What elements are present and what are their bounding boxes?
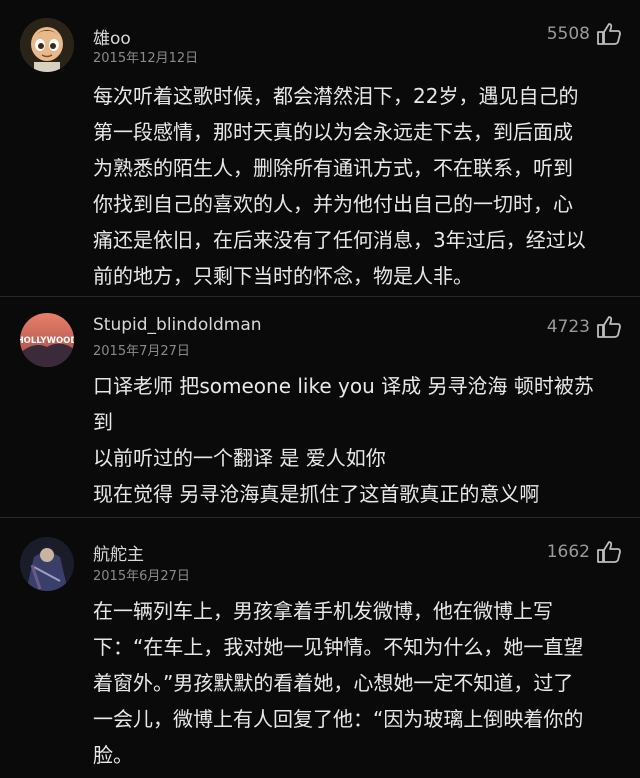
warrior-avatar-icon	[20, 537, 74, 591]
comment-line: 到	[93, 410, 113, 434]
comment-line: 下：“在车上，我对她一见钟情。不知为什么，她一直望	[93, 635, 584, 659]
thumbs-up-icon	[597, 541, 621, 563]
hollywood-text: HOLLYWOOD	[20, 336, 74, 346]
comment-line: 口译老师 把someone like you 译成 另寻沧海 顿时被苏	[93, 374, 594, 398]
like-button[interactable]: 5508	[547, 22, 622, 46]
username[interactable]: 航舵主	[93, 540, 144, 565]
cartoon-boy-avatar-icon	[20, 18, 74, 72]
divider	[0, 517, 640, 518]
comment-line: 现在觉得 另寻沧海真是抓住了这首歌真正的意义啊	[93, 482, 540, 506]
comment-date: 2015年12月12日	[93, 51, 199, 66]
comment-line: 前的地方，只剩下当时的怀念，物是人非。	[93, 264, 473, 288]
username[interactable]: Stupid_blindoldman	[93, 315, 262, 335]
comment-line: 着窗外。”男孩默默的看着她，心想她一定不知道，过了	[93, 671, 574, 695]
comment-date: 2015年7月27日	[93, 344, 190, 359]
comment-text: 每次听着这歌时候，都会潸然泪下，22岁，遇见自己的 第一段感情，那时天真的以为会…	[93, 78, 623, 294]
comment-line: 一会儿，微博上有人回复了他：“因为玻璃上倒映着你的	[93, 707, 584, 731]
comment-line: 每次听着这歌时候，都会潸然泪下，22岁，遇见自己的	[93, 84, 579, 108]
username[interactable]: 雄oo	[93, 24, 131, 49]
comment-line: 第一段感情，那时天真的以为会永远走下去，到后面成	[93, 120, 573, 144]
comment-line: 你找到自己的喜欢的人，并为他付出自己的一切时，心	[93, 192, 573, 216]
avatar[interactable]: HOLLYWOOD	[20, 313, 74, 367]
comment-date: 2015年6月27日	[93, 569, 190, 584]
avatar[interactable]	[20, 18, 74, 72]
like-count: 5508	[546, 24, 590, 44]
divider	[0, 296, 640, 297]
comment-text: 口译老师 把someone like you 译成 另寻沧海 顿时被苏 到 以前…	[93, 368, 623, 512]
comment-line: 脸。	[93, 743, 133, 767]
avatar[interactable]	[20, 537, 74, 591]
hollywood-sign-avatar-icon: HOLLYWOOD	[20, 313, 74, 367]
thumbs-up-icon	[597, 23, 621, 45]
comment-line: 痛还是依旧，在后来没有了任何消息，3年过后，经过以	[93, 228, 586, 252]
like-count: 1662	[546, 542, 590, 562]
comment-line: 以前听过的一个翻译 是 爱人如你	[93, 446, 386, 470]
comment-text: 在一辆列车上，男孩拿着手机发微博，他在微博上写 下：“在车上，我对她一见钟情。不…	[93, 593, 623, 773]
like-button[interactable]: 4723	[547, 315, 622, 339]
like-button[interactable]: 1662	[547, 540, 622, 564]
thumbs-up-icon	[597, 316, 621, 338]
comment-line: 在一辆列车上，男孩拿着手机发微博，他在微博上写	[93, 599, 553, 623]
comment-line: 为熟悉的陌生人，删除所有通讯方式，不在联系，听到	[93, 156, 573, 180]
like-count: 4723	[546, 317, 590, 337]
